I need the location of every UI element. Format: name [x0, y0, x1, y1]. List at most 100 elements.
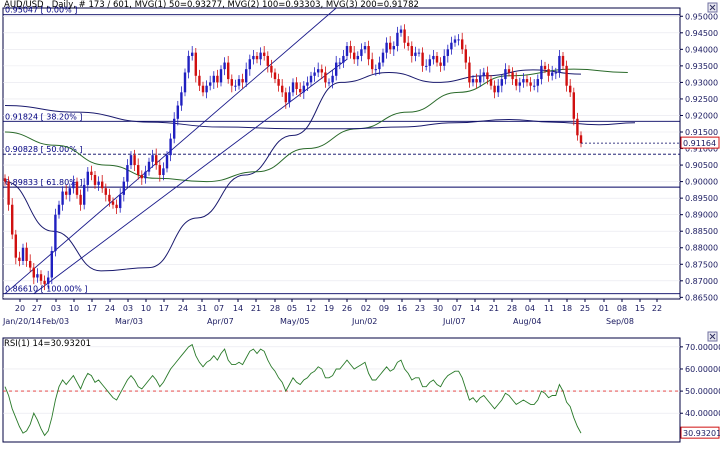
candle-body [579, 135, 583, 144]
candle-body [129, 155, 133, 166]
day-tick-label: 02 [361, 304, 371, 313]
candle-body [137, 165, 140, 175]
candle-body [158, 165, 161, 175]
candle-body [432, 55, 435, 60]
candle-body [529, 82, 532, 86]
day-tick-label: 17 [87, 304, 97, 313]
candle-body [111, 201, 115, 205]
candle-body [407, 42, 410, 47]
candle-body [489, 79, 493, 86]
candle-body [381, 52, 385, 63]
candle-body [57, 204, 61, 215]
candle-body [14, 234, 17, 258]
candle-body [446, 49, 449, 56]
candle-body [173, 118, 176, 139]
candle-body [140, 174, 143, 179]
candle-body [180, 92, 183, 106]
month-tick-label: Apr/07 [207, 317, 234, 326]
candle-body [122, 181, 125, 195]
day-tick-label: 18 [562, 304, 572, 313]
candle-body [399, 29, 403, 33]
candle-body [61, 191, 64, 205]
price-tick-label: 0.90000 [685, 178, 718, 187]
candle-body [561, 55, 565, 66]
price-tick-label: 0.88000 [685, 244, 718, 253]
candle-body [50, 251, 53, 278]
candle-body [205, 85, 208, 93]
candle-body [518, 82, 521, 86]
candle-body [471, 79, 475, 83]
candle-body [349, 46, 352, 53]
candle-body [533, 85, 536, 87]
day-tick-label: 07 [214, 304, 224, 313]
close-icon[interactable] [707, 331, 718, 342]
candle-body [302, 85, 305, 93]
candle-body [507, 69, 511, 73]
price-tick-label: 0.87000 [685, 277, 718, 286]
day-tick-label: 10 [141, 304, 151, 313]
candle-body [324, 72, 327, 83]
candle-body [248, 59, 251, 70]
rsi-tick-label: 60.00000 [685, 365, 720, 374]
candle-body [288, 92, 291, 103]
candle-body [378, 62, 381, 70]
candle-body [281, 85, 284, 93]
rsi-tick-label: 70.00000 [685, 343, 720, 352]
candle-body [468, 62, 471, 83]
day-tick-label: 22 [652, 304, 662, 313]
day-tick-label: 21 [251, 304, 261, 313]
candle-body [259, 52, 262, 60]
candle-body [68, 188, 71, 195]
fib-level-label: 0.86610 [ 100.00% ] [5, 285, 88, 294]
day-tick-label: 12 [306, 304, 316, 313]
candle-body [245, 69, 248, 83]
candle-body [428, 59, 431, 66]
candle-body [374, 69, 377, 71]
candle-body [241, 79, 244, 83]
candle-body [309, 75, 313, 83]
candle-body [65, 191, 68, 195]
candle-body [525, 79, 529, 83]
candle-body [475, 79, 478, 83]
day-tick-label: 16 [397, 304, 407, 313]
candle-body [410, 46, 413, 56]
candle-body [191, 52, 194, 56]
day-tick-label: 11 [544, 304, 554, 313]
close-icon[interactable] [707, 2, 718, 13]
candle-body [227, 62, 230, 80]
candle-body [273, 72, 277, 80]
candle-body [385, 42, 388, 53]
candle-body [234, 85, 237, 87]
day-tick-label: 07 [452, 304, 462, 313]
month-tick-label: Jan/20/14 [2, 317, 41, 326]
candle-body [270, 65, 273, 73]
candle-body [93, 174, 97, 185]
month-tick-label: Jun/02 [351, 317, 377, 326]
day-tick-label: 26 [342, 304, 352, 313]
price-tick-label: 0.93000 [685, 78, 718, 87]
candle-body [371, 59, 374, 70]
day-tick-label: 25 [580, 304, 590, 313]
candle-body [75, 181, 79, 195]
price-tick-label: 0.92000 [685, 111, 718, 120]
price-tick-label: 0.92500 [685, 95, 718, 104]
day-tick-label: 31 [197, 304, 207, 313]
candle-body [43, 280, 46, 285]
price-tick-label: 0.94500 [685, 29, 718, 38]
candle-body [464, 49, 467, 63]
price-tick-label: 0.89000 [685, 211, 718, 220]
candle-body [425, 65, 428, 67]
candle-body [47, 277, 50, 285]
candle-body [543, 65, 547, 70]
candle-body [198, 75, 201, 86]
day-tick-label: 24 [105, 304, 115, 313]
candle-body [11, 204, 14, 235]
price-tick-label: 0.93500 [685, 62, 718, 71]
candle-body [360, 49, 363, 56]
candle-body [461, 39, 464, 50]
day-tick-label: 08 [617, 304, 627, 313]
candle-body [252, 55, 255, 60]
day-tick-label: 19 [324, 304, 334, 313]
day-tick-label: 27 [32, 304, 42, 313]
candle-body [165, 155, 169, 169]
